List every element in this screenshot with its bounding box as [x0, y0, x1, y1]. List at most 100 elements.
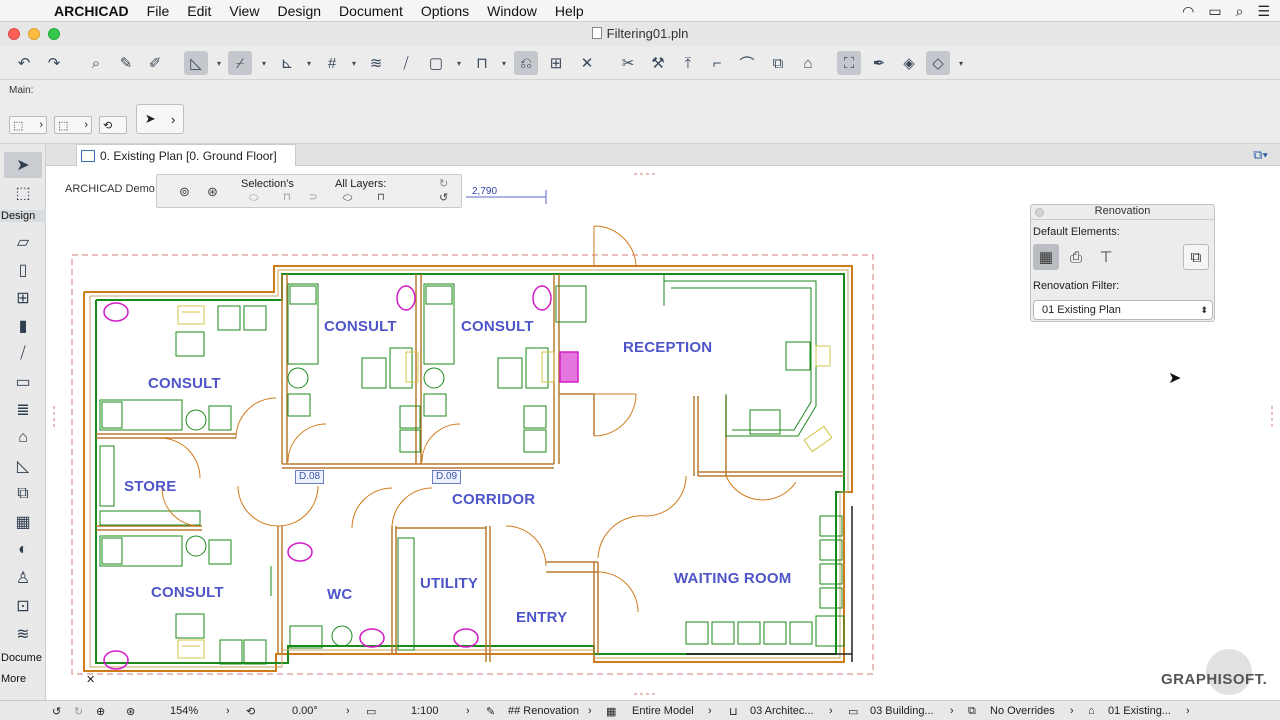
room-label-consult[interactable]: CONSULT	[324, 318, 397, 335]
scale-value[interactable]: 1:100	[411, 705, 439, 717]
pen-set-chevron-icon[interactable]: ›	[588, 705, 592, 717]
edit-selection-icon[interactable]: ⛶	[837, 51, 861, 75]
snap-dropdown-icon[interactable]: ▾	[259, 51, 269, 75]
relative-construction-icon[interactable]: ⊾	[275, 51, 299, 75]
battery-icon[interactable]: ▭	[1208, 3, 1221, 20]
rotate-view-button[interactable]: ⟲	[99, 116, 127, 134]
extend-icon[interactable]: ⤒	[676, 51, 700, 75]
column-tool-icon[interactable]: ▮	[4, 313, 42, 339]
rotation-angle[interactable]: 0.00°	[292, 705, 318, 717]
overrides-value[interactable]: No Overrides	[990, 705, 1055, 717]
layer-combo-value[interactable]: 03 Architec...	[750, 705, 814, 717]
fit-window-icon[interactable]: ⊛	[126, 705, 135, 718]
menu-options[interactable]: Options	[421, 3, 469, 19]
renovation-chevron-icon[interactable]: ›	[1186, 705, 1190, 717]
group-dropdown-icon[interactable]: ▾	[454, 51, 464, 75]
design-section-label[interactable]: Design	[0, 210, 46, 222]
room-label-waiting-room[interactable]: WAITING ROOM	[674, 570, 791, 587]
guide-dropdown-icon[interactable]: ▾	[214, 51, 224, 75]
renovation-status-icon[interactable]: ⌂	[1088, 705, 1095, 717]
grid-snap-icon[interactable]: #	[320, 51, 344, 75]
construction-dropdown-icon[interactable]: ▾	[304, 51, 314, 75]
menu-document[interactable]: Document	[339, 3, 403, 19]
undo-zoom-icon[interactable]: ↺	[52, 705, 61, 718]
floor-plan-canvas[interactable]: ✕ ARCHICAD Demo ⊚ ⊛ Selection's ⬭ ⊓ ⊃ Al…	[46, 166, 1280, 700]
zone-tool-icon[interactable]: ⊡	[4, 593, 42, 619]
stair-tool-icon[interactable]: ≣	[4, 397, 42, 423]
document-section-label[interactable]: Docume	[0, 652, 46, 664]
rotation-icon[interactable]: ⟲	[246, 705, 255, 718]
overrides-chevron-icon[interactable]: ›	[1070, 705, 1074, 717]
shell-tool-icon[interactable]: ◺	[4, 453, 42, 479]
overrides-icon[interactable]: ⧉	[968, 705, 976, 718]
view-3d-icon[interactable]: ◇	[926, 51, 950, 75]
curve-icon[interactable]: ⌒	[735, 51, 759, 75]
room-label-consult[interactable]: CONSULT	[148, 375, 221, 392]
dimension-icon[interactable]: ▭	[848, 705, 858, 718]
elevation-marker-icon[interactable]: ⊞	[544, 51, 568, 75]
door-tag-d09[interactable]: D.09	[432, 470, 462, 484]
room-label-wc[interactable]: WC	[327, 586, 352, 603]
tab-existing-plan[interactable]: 0. Existing Plan [0. Ground Floor]	[76, 144, 296, 166]
marquee-shape-button[interactable]: ⬚ ›	[54, 116, 92, 134]
undo-icon[interactable]: ↶	[12, 51, 36, 75]
find-select-icon[interactable]: ⌕	[84, 51, 108, 75]
room-label-reception[interactable]: RECEPTION	[623, 339, 712, 356]
show-hide-icon[interactable]: ⊚	[179, 184, 190, 200]
wall-tool-icon[interactable]: ▱	[4, 229, 42, 255]
menu-design[interactable]: Design	[277, 3, 321, 19]
layers-icon[interactable]: ≋	[364, 51, 388, 75]
door-tool-icon[interactable]: ▯	[4, 257, 42, 283]
show-hide-all-icon[interactable]: ⊛	[207, 184, 218, 200]
fillet-icon[interactable]: ⌐	[705, 51, 729, 75]
room-label-store[interactable]: STORE	[124, 478, 176, 495]
morph-tool-icon[interactable]: ◐	[4, 537, 42, 563]
selection-method-button[interactable]: ⬚ ›	[9, 116, 47, 134]
dimension-value-status[interactable]: 03 Building...	[870, 705, 934, 717]
arrow-tool-settings[interactable]: ➤ ›	[136, 104, 184, 134]
refresh-icon[interactable]: ↻	[439, 177, 448, 190]
menu-app-name[interactable]: ARCHICAD	[54, 3, 129, 19]
trace-icon[interactable]: ⧸	[394, 51, 418, 75]
zoom-in-icon[interactable]: ⊕	[96, 705, 105, 718]
selection-lock-icon[interactable]: ⊓	[283, 192, 291, 203]
dimension-chevron-icon[interactable]: ›	[950, 705, 954, 717]
model-view-chevron-icon[interactable]: ›	[708, 705, 712, 717]
view-dropdown-icon[interactable]: ▾	[956, 51, 966, 75]
menu-help[interactable]: Help	[555, 3, 584, 19]
suspend-groups-icon[interactable]: ▢	[424, 51, 448, 75]
selection-visibility-icon[interactable]: ⬭	[249, 192, 258, 205]
menu-window[interactable]: Window	[487, 3, 537, 19]
all-layers-visibility-icon[interactable]: ⬭	[343, 192, 352, 205]
pen-set-value[interactable]: ## Renovation	[508, 705, 579, 717]
notification-list-icon[interactable]: ☰	[1257, 3, 1270, 20]
menu-file[interactable]: File	[147, 3, 170, 19]
beam-tool-icon[interactable]: ⧸	[4, 341, 42, 367]
more-section-label[interactable]: More	[0, 673, 46, 685]
navigator-icon[interactable]: ⧉▾	[1253, 147, 1268, 163]
syringe-icon[interactable]: ✐	[143, 51, 167, 75]
slab-tool-icon[interactable]: ▭	[4, 369, 42, 395]
marquee-tool-icon[interactable]: ⬚	[4, 180, 42, 206]
layer-chevron-icon[interactable]: ›	[829, 705, 833, 717]
menu-edit[interactable]: Edit	[187, 3, 211, 19]
grid-dropdown-icon[interactable]: ▾	[349, 51, 359, 75]
wifi-icon[interactable]: ◠	[1182, 3, 1194, 20]
room-label-utility[interactable]: UTILITY	[420, 575, 478, 592]
object-tool-icon[interactable]: ♙	[4, 565, 42, 591]
existing-element-icon[interactable]: ▦	[1033, 244, 1059, 270]
spotlight-search-icon[interactable]: ⌕	[1236, 3, 1244, 20]
lock-dropdown-icon[interactable]: ▾	[499, 51, 509, 75]
renovation-settings-icon[interactable]: ⧉	[1183, 244, 1209, 270]
eyedropper-icon[interactable]: ✎	[114, 51, 138, 75]
scale-icon[interactable]: ▭	[366, 705, 376, 718]
split-scissors-icon[interactable]: ✂	[616, 51, 640, 75]
new-element-icon[interactable]: ⊤	[1093, 244, 1119, 270]
angle-chevron-icon[interactable]: ›	[346, 705, 350, 717]
close-palette-button[interactable]	[1035, 208, 1044, 217]
redo-icon[interactable]: ↷	[42, 51, 66, 75]
roof-tool-icon[interactable]: ⌂	[4, 425, 42, 451]
adjust-icon[interactable]: ⚒	[646, 51, 670, 75]
railing-tool-icon[interactable]: ≋	[4, 621, 42, 647]
pen-set-icon[interactable]: ✎	[486, 705, 495, 718]
